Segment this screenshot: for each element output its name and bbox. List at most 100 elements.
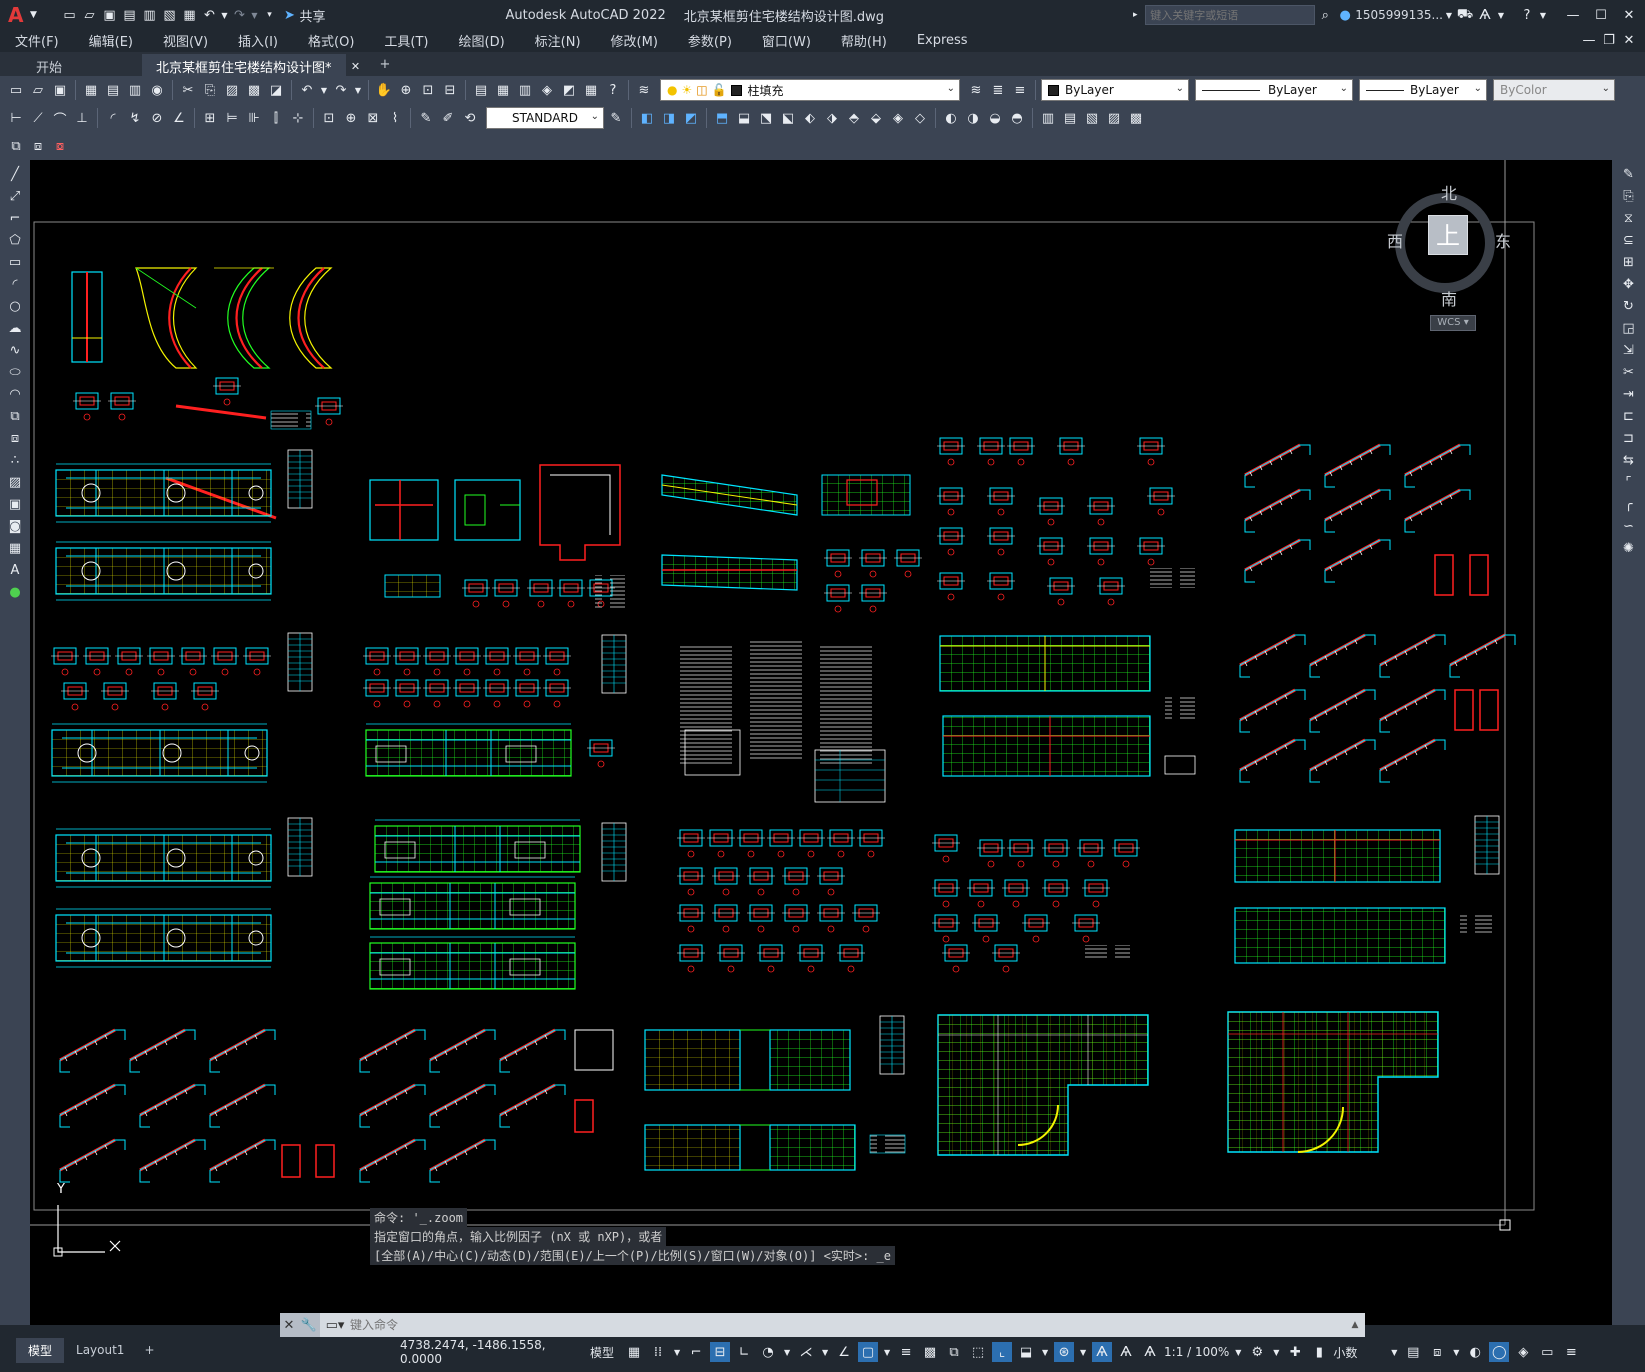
- qnew-icon[interactable]: ▭: [6, 80, 26, 100]
- move-faces-icon[interactable]: ▤: [1060, 108, 1080, 128]
- imprint-icon[interactable]: ◑: [963, 108, 983, 128]
- dim-arc-icon[interactable]: ⌒: [50, 108, 70, 128]
- make-current-layer-icon[interactable]: ≋: [966, 80, 986, 100]
- separate-icon[interactable]: ◒: [985, 108, 1005, 128]
- search-icon[interactable]: ⌕: [1315, 5, 1335, 25]
- redo-dropdown-icon[interactable]: ▼: [249, 5, 259, 25]
- dim-aligned-icon[interactable]: ⟋: [28, 108, 48, 128]
- selection-cycling-icon[interactable]: ⧉: [944, 1342, 964, 1362]
- undo-arrow-icon[interactable]: ▼: [319, 80, 329, 100]
- blend-icon[interactable]: ∽: [1619, 516, 1639, 536]
- autodesk-a360-icon[interactable]: Ѧ: [1475, 5, 1495, 25]
- dim-angular-icon[interactable]: ∠: [169, 108, 189, 128]
- mtext-icon[interactable]: A: [5, 560, 25, 580]
- layer-on-icon[interactable]: ●: [667, 83, 677, 97]
- menu-dropdown-icon[interactable]: ▼: [23, 5, 43, 25]
- markup-icon[interactable]: ◩: [559, 80, 579, 100]
- command-prompt-icon[interactable]: ▭▾: [320, 1315, 350, 1335]
- menu-view[interactable]: 视图(V): [148, 31, 223, 50]
- redo-icon[interactable]: ↷: [229, 5, 249, 25]
- circle-icon[interactable]: ○: [5, 296, 25, 316]
- offset-faces-icon[interactable]: ▧: [1082, 108, 1102, 128]
- compass-north[interactable]: 北: [1441, 180, 1457, 204]
- open-icon[interactable]: ▱: [28, 80, 48, 100]
- maximize-icon[interactable]: ☐: [1591, 5, 1611, 25]
- osnap-dropdown-icon[interactable]: ▼: [882, 1342, 892, 1362]
- section-plane-icon[interactable]: ◈: [888, 108, 908, 128]
- doc-close-icon[interactable]: ✕: [1619, 30, 1639, 50]
- tab-layout1[interactable]: Layout1: [64, 1339, 136, 1361]
- polar-dropdown-icon[interactable]: ▼: [782, 1342, 792, 1362]
- selection-filter-dropdown-icon[interactable]: ▼: [1040, 1342, 1050, 1362]
- ortho-icon[interactable]: ∟: [734, 1342, 754, 1362]
- annotation-scale[interactable]: 1:1 / 100%: [1164, 1345, 1229, 1359]
- interfere-icon[interactable]: ⬙: [866, 108, 886, 128]
- sheet-set-icon[interactable]: ◈: [537, 80, 557, 100]
- customization-icon[interactable]: ≡: [1561, 1342, 1581, 1362]
- clean-screen-icon[interactable]: ▭: [1537, 1342, 1557, 1362]
- polar-icon[interactable]: ◔: [758, 1342, 778, 1362]
- menu-draw[interactable]: 绘图(D): [444, 31, 520, 50]
- table-icon[interactable]: ▦: [5, 538, 25, 558]
- save-icon[interactable]: ▣: [99, 5, 119, 25]
- hardware-acceleration-icon[interactable]: ◯: [1489, 1342, 1510, 1362]
- plot-preview-icon[interactable]: ▤: [103, 80, 123, 100]
- snap-dropdown-icon[interactable]: ▼: [672, 1342, 682, 1362]
- gradient-icon[interactable]: ▣: [5, 494, 25, 514]
- share-icon[interactable]: ➤: [279, 5, 299, 25]
- revolve-icon[interactable]: ⬕: [778, 108, 798, 128]
- minimize-icon[interactable]: —: [1563, 5, 1583, 25]
- coordinates[interactable]: 4738.2474, -1486.1558, 0.0000: [400, 1338, 586, 1366]
- isodraft-dropdown-icon[interactable]: ▼: [820, 1342, 830, 1362]
- break-icon[interactable]: ⊐: [1619, 428, 1639, 448]
- extrude-icon[interactable]: ⬒: [712, 108, 732, 128]
- 3dprint-icon[interactable]: ◉: [147, 80, 167, 100]
- command-history-toggle-icon[interactable]: ▲: [1345, 1315, 1365, 1335]
- drawing-canvas[interactable]: 上 北 南 西 东 WCS ▾ Y 命令: '_.zoom 指定窗口的角点，输入…: [30, 160, 1612, 1325]
- subtract-icon[interactable]: ◩: [681, 108, 701, 128]
- menu-express[interactable]: Express: [902, 33, 983, 48]
- tool-palettes-icon[interactable]: ▥: [515, 80, 535, 100]
- xline-icon[interactable]: ⤢: [5, 186, 25, 206]
- snap-icon[interactable]: ⁞⁞: [648, 1342, 668, 1362]
- layer-states-icon[interactable]: ≡: [1010, 80, 1030, 100]
- delete-faces-icon[interactable]: ▨: [1104, 108, 1124, 128]
- user-dropdown-icon[interactable]: ▼: [1443, 5, 1455, 25]
- inspect-icon[interactable]: ⊠: [363, 108, 383, 128]
- intersect-icon[interactable]: ⬘: [844, 108, 864, 128]
- properties-icon[interactable]: ▤: [471, 80, 491, 100]
- plotstyle-dropdown[interactable]: ByColor ⌄: [1493, 79, 1615, 101]
- dim-text-edit-icon[interactable]: ✐: [438, 108, 458, 128]
- dim-linear-icon[interactable]: ⊢: [6, 108, 26, 128]
- line-icon[interactable]: ╱: [5, 164, 25, 184]
- cart-icon[interactable]: ⛟: [1455, 5, 1475, 25]
- publish-icon[interactable]: ▥: [125, 80, 145, 100]
- paste-icon[interactable]: ▨: [222, 80, 242, 100]
- union-icon[interactable]: ◨: [659, 108, 679, 128]
- design-center-icon[interactable]: ▦: [493, 80, 513, 100]
- make-block-icon[interactable]: ⧈: [28, 136, 48, 156]
- plot-icon[interactable]: ▦: [179, 5, 199, 25]
- layer-previous-icon[interactable]: ≣: [988, 80, 1008, 100]
- workspace-dropdown-icon[interactable]: ▼: [1271, 1342, 1281, 1362]
- color-dropdown[interactable]: ByLayer ⌄: [1041, 79, 1189, 101]
- chamfer-icon[interactable]: ⌜: [1619, 472, 1639, 492]
- cut-icon[interactable]: ✂: [178, 80, 198, 100]
- dim-edit-icon[interactable]: ✎: [416, 108, 436, 128]
- dynamic-input-icon[interactable]: ⊟: [710, 1342, 731, 1362]
- tolerance-icon[interactable]: ⊡: [319, 108, 339, 128]
- insert-block-icon[interactable]: ⧉: [6, 136, 26, 156]
- ellipse-arc-icon[interactable]: ◠: [5, 384, 25, 404]
- help-icon[interactable]: ?: [1517, 5, 1537, 25]
- doc-minimize-icon[interactable]: —: [1579, 30, 1599, 50]
- center-mark-icon[interactable]: ⊕: [341, 108, 361, 128]
- quickcalc-icon[interactable]: ▦: [581, 80, 601, 100]
- dim-ordinate-icon[interactable]: ⊥: [72, 108, 92, 128]
- dim-style-icon[interactable]: ✎: [606, 108, 626, 128]
- save-web-icon[interactable]: ▧: [159, 5, 179, 25]
- scale-dropdown-icon[interactable]: ▼: [1233, 1342, 1243, 1362]
- dim-break-icon[interactable]: ⊹: [288, 108, 308, 128]
- layer-vp-icon[interactable]: ◫: [696, 83, 707, 97]
- annotation-visibility-icon[interactable]: Ѧ: [1092, 1342, 1113, 1362]
- viewcube-face[interactable]: 上: [1428, 215, 1468, 255]
